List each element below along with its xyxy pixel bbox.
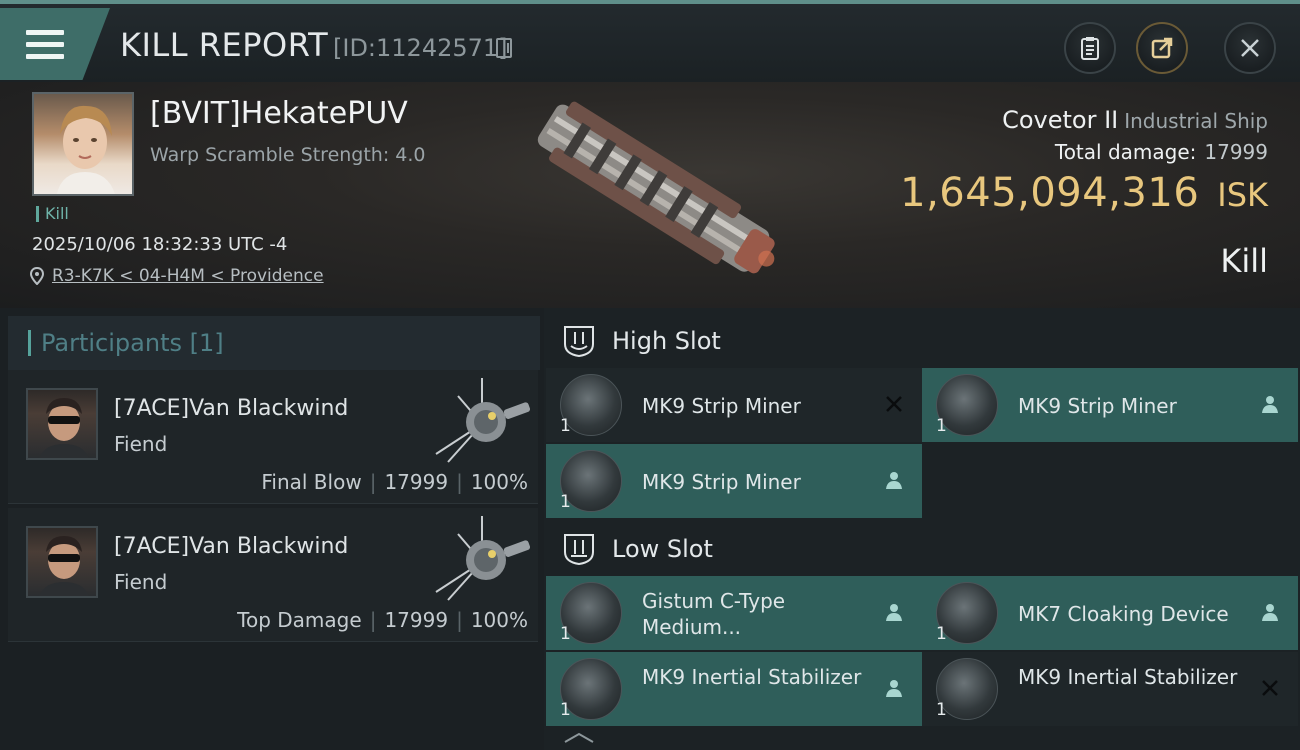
menu-button[interactable]	[0, 8, 110, 80]
item-quantity: 1	[560, 416, 571, 436]
item-name: MK9 Inertial Stabilizer	[642, 665, 862, 689]
low-slot-icon	[564, 534, 594, 566]
participant-damage: 17999	[384, 608, 449, 632]
item-name: MK7 Cloaking Device	[1018, 602, 1229, 626]
clipboard-icon	[1081, 37, 1099, 60]
participant-row[interactable]: [7ACE]Van Blackwind Fiend Top Damage | 179…	[8, 508, 538, 642]
weapon-module-icon	[435, 516, 531, 601]
location-text: R3-K7K < 04-H4M < Providence	[52, 266, 324, 286]
participant-role: Top Damage	[237, 608, 362, 632]
high-slot-label: High Slot	[612, 327, 721, 355]
fitted-item[interactable]: 1 MK9 Strip Miner	[546, 368, 922, 442]
next-slot-header	[544, 732, 1300, 750]
high-slot-header: High Slot	[544, 312, 1300, 370]
fitted-item[interactable]: 1 MK9 Strip Miner	[546, 444, 922, 518]
high-slot-icon	[564, 326, 594, 358]
participant-ship: Fiend	[114, 570, 168, 594]
warp-scramble-strength: Warp Scramble Strength: 4.0	[150, 144, 426, 166]
total-damage-value: 17999	[1204, 140, 1268, 164]
participant-stats: Top Damage | 17999 | 100%	[237, 608, 528, 632]
participant-role: Final Blow	[261, 470, 362, 494]
item-quantity: 1	[560, 624, 571, 644]
kill-id: [ID:11242571]	[333, 34, 508, 62]
item-name: MK9 Strip Miner	[1018, 394, 1177, 418]
kill-tag: Kill	[36, 206, 69, 222]
participant-damage: 17999	[384, 470, 449, 494]
participant-name[interactable]: [7ACE]Van Blackwind	[114, 396, 348, 421]
close-button[interactable]	[1224, 22, 1276, 74]
weapon-module-icon	[435, 378, 531, 463]
dropped-person-icon	[1262, 604, 1278, 621]
item-name: Gistum C-Type Medium...	[642, 589, 786, 639]
dropped-person-icon	[1262, 396, 1278, 413]
low-slot-label: Low Slot	[612, 535, 713, 563]
victim-banner: [BVIT]HekatePUV Warp Scramble Strength: …	[0, 82, 1300, 308]
victim-avatar[interactable]	[32, 92, 134, 196]
participant-stats: Final Blow | 17999 | 100%	[261, 470, 528, 494]
fitted-item[interactable]: 1 MK7 Cloaking Device	[922, 576, 1298, 650]
item-name: MK9 Strip Miner	[642, 470, 801, 494]
outcome-label: Kill	[1220, 242, 1268, 280]
fitted-item[interactable]: 1 Gistum C-Type Medium...	[546, 576, 922, 650]
participant-ship: Fiend	[114, 432, 168, 456]
participant-name[interactable]: [7ACE]Van Blackwind	[114, 534, 348, 559]
fitting-panel: High Slot 1 MK9 Strip Miner 1 MK9 Strip …	[544, 308, 1300, 750]
page-title: KILL REPORT	[120, 26, 329, 64]
ship-name[interactable]: Covetor II	[1002, 106, 1118, 134]
item-quantity: 1	[560, 492, 571, 512]
total-damage-label: Total damage:	[1054, 140, 1197, 164]
menu-icon	[26, 30, 64, 60]
isk-value: 1,645,094,316	[900, 170, 1200, 216]
share-button[interactable]	[1136, 22, 1188, 74]
header-bar: KILL REPORT [ID:11242571]	[0, 0, 1300, 82]
copy-icon[interactable]	[496, 38, 512, 58]
item-quantity: 1	[936, 624, 947, 644]
participant-avatar[interactable]	[26, 526, 98, 598]
item-quantity: 1	[936, 700, 947, 720]
participants-panel: Participants [1] [7ACE]Van Blackwind Fie…	[0, 308, 544, 750]
item-quantity: 1	[936, 416, 947, 436]
dropped-person-icon	[886, 472, 902, 489]
clipboard-button[interactable]	[1064, 22, 1116, 74]
location-pin-icon	[30, 267, 44, 285]
fitted-item[interactable]: 1 MK9 Strip Miner	[922, 368, 1298, 442]
close-icon	[1241, 39, 1259, 57]
dropped-person-icon	[886, 604, 902, 621]
participants-title: Participants [1]	[28, 330, 224, 356]
fitted-item[interactable]: 1 MK9 Inertial Stabilizer	[546, 652, 922, 726]
ship-class: Industrial Ship	[1124, 109, 1268, 133]
participant-row[interactable]: [7ACE]Van Blackwind Fiend Final Blow | 179…	[8, 370, 538, 504]
fitted-item[interactable]: 1 MK9 Inertial Stabilizer	[922, 652, 1298, 726]
participants-header: Participants [1]	[8, 316, 540, 370]
low-slot-header: Low Slot	[544, 520, 1300, 578]
share-icon	[1151, 37, 1173, 59]
destroyed-x-icon	[1262, 680, 1278, 696]
victim-name[interactable]: [BVIT]HekatePUV	[150, 96, 408, 131]
kill-timestamp: 2025/10/06 18:32:33 UTC -4	[32, 234, 288, 255]
isk-line: 1,645,094,316 ISK	[900, 170, 1268, 216]
destroyed-x-icon	[886, 396, 902, 412]
isk-unit: ISK	[1217, 176, 1268, 214]
ship-name-line: Covetor II Industrial Ship	[1002, 106, 1268, 134]
participant-avatar[interactable]	[26, 388, 98, 460]
slot-icon	[564, 732, 594, 743]
total-damage-line: Total damage: 17999	[1055, 140, 1268, 164]
participant-percent: 100%	[470, 608, 528, 632]
item-name: MK9 Strip Miner	[642, 394, 801, 418]
dropped-person-icon	[886, 680, 902, 697]
item-name: MK9 Inertial Stabilizer	[1018, 665, 1238, 689]
item-quantity: 1	[560, 700, 571, 720]
ship-image	[537, 101, 775, 274]
participant-percent: 100%	[470, 470, 528, 494]
location-link[interactable]: R3-K7K < 04-H4M < Providence	[30, 266, 324, 286]
